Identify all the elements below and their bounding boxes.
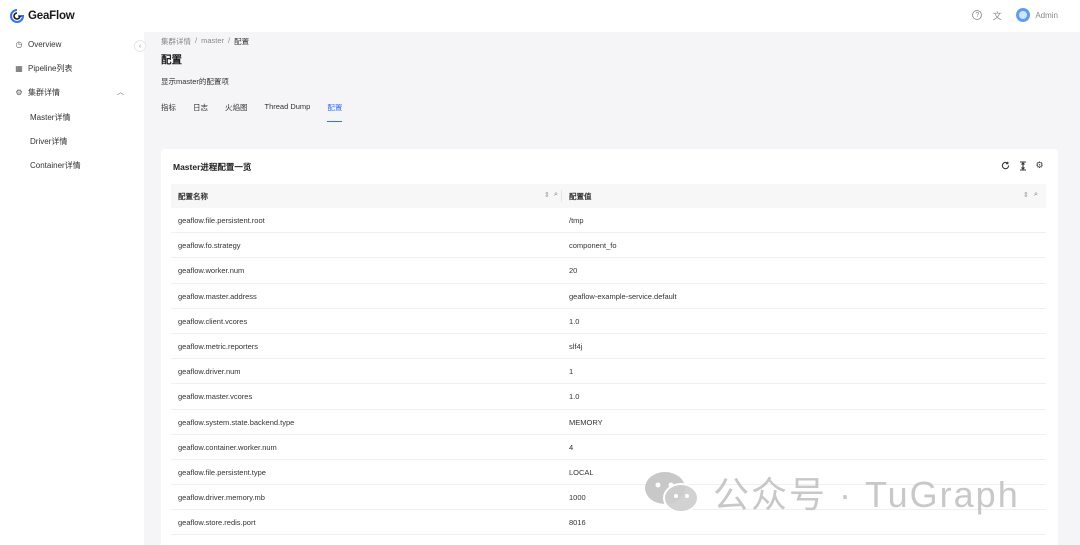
config-name-cell: geaflow.driver.memory.mb [178, 493, 265, 503]
config-name-cell: geaflow.fo.strategy [178, 241, 241, 251]
breadcrumb-item[interactable]: master [201, 36, 224, 47]
sidebar-collapse-button[interactable]: ‹ [134, 40, 146, 52]
refresh-icon[interactable] [1001, 160, 1010, 171]
table-icon: ▦ [15, 63, 23, 73]
chevron-up-icon: ︿ [117, 89, 124, 96]
sidebar-subitem-label: Driver详情 [30, 136, 68, 146]
config-name-cell: geaflow.master.vcores [178, 392, 253, 402]
sidebar-item-cluster[interactable]: ⚙ 集群详情 ︿ [0, 82, 144, 102]
help-icon[interactable]: ? [972, 10, 983, 20]
user-menu[interactable]: Admin [1016, 8, 1058, 22]
sidebar-subitem-container[interactable]: Container详情 [0, 155, 144, 175]
breadcrumb-separator: / [195, 36, 198, 45]
translate-icon[interactable]: 文 [991, 9, 1003, 21]
sidebar-subitem-label: Master详情 [30, 112, 71, 122]
config-name-cell: geaflow.worker.num [178, 266, 245, 276]
table-row: geaflow.system.state.backend.type MEMORY [171, 410, 1046, 435]
sidebar: ◷ Overview ▦ Pipeline列表 ⚙ 集群详情 ︿ Master详… [0, 32, 144, 545]
page-title: 配置 [161, 54, 182, 66]
tab-bar: 指标 日志 火焰图 Thread Dump 配置 [161, 102, 359, 122]
config-value-cell: geaflow-example-service.default [569, 291, 677, 301]
tab-thread-dump[interactable]: Thread Dump [265, 102, 311, 122]
column-header-name: 配置名称 [178, 191, 208, 201]
config-value-cell: LOCAL [569, 467, 594, 477]
wechat-icon [645, 472, 699, 513]
config-value-cell: 1000 [569, 493, 586, 503]
config-value-cell: 4 [569, 442, 574, 452]
breadcrumb-current: 配置 [234, 37, 250, 46]
config-value-cell: /tmp [569, 216, 584, 225]
table-header: 配置名称 ⇕ ⌕ 配置值 ⇕ ⌕ [171, 184, 1046, 208]
table-row: geaflow.driver.num 1 [171, 359, 1046, 385]
watermark: 公众号 · TuGraph [643, 466, 1020, 518]
table-row: geaflow.worker.num 20 [171, 258, 1046, 284]
config-name-cell: geaflow.metric.reporters [178, 341, 259, 351]
app-name: GeaFlow [28, 10, 75, 22]
sidebar-item-label: 集群详情 [28, 87, 60, 97]
settings-icon[interactable]: ⚙ [1035, 160, 1044, 171]
column-header-value: 配置值 [569, 191, 592, 201]
sort-icon[interactable]: ⇕ [544, 191, 550, 199]
table-row: geaflow.container.worker.num 4 [171, 435, 1046, 460]
config-value-cell: 1.0 [569, 392, 580, 402]
sidebar-item-label: Pipeline列表 [28, 63, 73, 73]
table-row: geaflow.master.address geaflow-example-se… [171, 284, 1046, 309]
config-name-cell: geaflow.driver.num [178, 367, 241, 377]
config-name-cell: geaflow.file.persistent.root [178, 216, 265, 225]
config-value-cell: 1.0 [569, 316, 580, 326]
cluster-icon: ⚙ [15, 87, 23, 97]
config-value-cell: slf4j [569, 341, 583, 351]
config-value-cell: 8016 [569, 518, 586, 528]
sort-icon[interactable]: ⇕ [1023, 191, 1029, 199]
clock-icon: ◷ [15, 39, 23, 49]
breadcrumb: 集群详情 / master / 配置 [161, 36, 249, 47]
config-value-cell: 1 [569, 367, 574, 377]
column-divider [561, 190, 562, 202]
config-name-cell: geaflow.client.vcores [178, 316, 248, 326]
config-name-cell: geaflow.container.worker.num [178, 442, 277, 452]
table-row: geaflow.client.vcores 1.0 [171, 309, 1046, 334]
breadcrumb-item[interactable]: 集群详情 [161, 36, 191, 47]
config-name-cell: geaflow.file.persistent.type [178, 467, 266, 477]
top-bar: GeaFlow ? 文 Admin [0, 0, 1080, 32]
column-height-icon[interactable] [1018, 160, 1027, 171]
config-name-cell: geaflow.store.redis.port [178, 518, 256, 528]
config-name-cell: geaflow.system.state.backend.type [178, 417, 295, 427]
user-name: Admin [1035, 10, 1058, 20]
config-value-cell: 20 [569, 266, 578, 276]
sidebar-item-pipeline[interactable]: ▦ Pipeline列表 [0, 58, 144, 78]
table-row: geaflow.metric.reporters slf4j [171, 334, 1046, 360]
app-logo[interactable]: GeaFlow [10, 9, 75, 23]
filter-search-icon[interactable]: ⌕ [554, 191, 558, 199]
tab-metrics[interactable]: 指标 [161, 102, 176, 122]
card-title: Master进程配置一览 [173, 162, 252, 172]
sidebar-subitem-driver[interactable]: Driver详情 [0, 131, 144, 151]
tab-logs[interactable]: 日志 [193, 102, 208, 122]
table-row: geaflow.file.persistent.root/tmp [171, 208, 1046, 234]
watermark-text: 公众号 · TuGraph [713, 474, 1020, 515]
table-row: geaflow.fo.strategy component_fo [171, 233, 1046, 259]
filter-search-icon[interactable]: ⌕ [1034, 191, 1038, 199]
sidebar-item-overview[interactable]: ◷ Overview [0, 34, 144, 54]
config-value-cell: MEMORY [569, 417, 603, 427]
sidebar-subitem-master[interactable]: Master详情 [0, 107, 144, 127]
sidebar-subitem-label: Container详情 [30, 160, 81, 170]
table-row: geaflow.master.vcores 1.0 [171, 384, 1046, 410]
tab-flamegraph[interactable]: 火焰图 [225, 102, 248, 122]
config-value-cell: component_fo [569, 241, 617, 251]
page-description: 显示master的配置项 [161, 77, 229, 86]
breadcrumb-separator: / [228, 36, 231, 45]
avatar [1016, 8, 1031, 22]
geaflow-logo-icon [10, 9, 24, 23]
sidebar-item-label: Overview [28, 39, 62, 49]
tab-config[interactable]: 配置 [327, 102, 343, 122]
config-name-cell: geaflow.master.address [178, 291, 257, 301]
